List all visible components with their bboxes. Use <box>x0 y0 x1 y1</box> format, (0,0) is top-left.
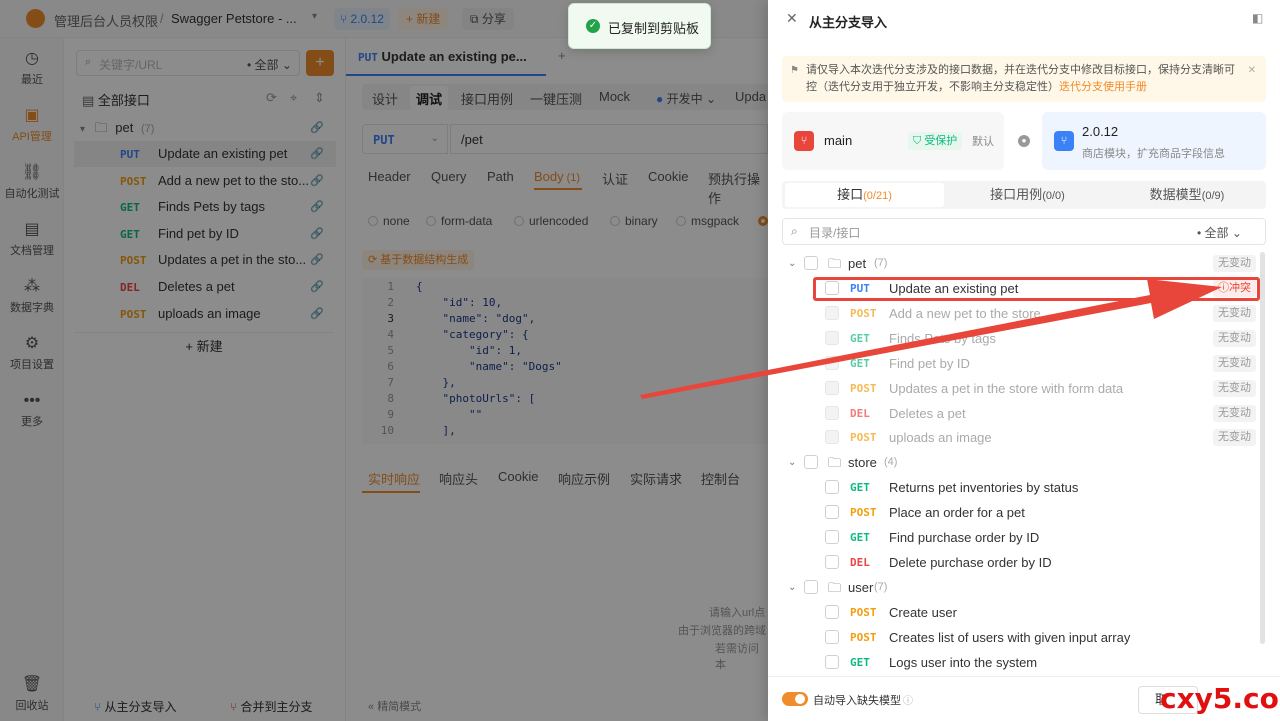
app-window: 管理后台人员权限 / Swagger Petstore - ... ▾ ⑂ 2.… <box>0 0 1280 721</box>
check-circle-icon: ✓ <box>586 19 600 33</box>
copied-toast: ✓ 已复制到剪贴板 <box>568 3 711 49</box>
annotation-arrow-shape <box>640 279 1222 399</box>
toast-text: 已复制到剪贴板 <box>608 21 700 36</box>
annotation-arrow <box>640 279 1222 399</box>
